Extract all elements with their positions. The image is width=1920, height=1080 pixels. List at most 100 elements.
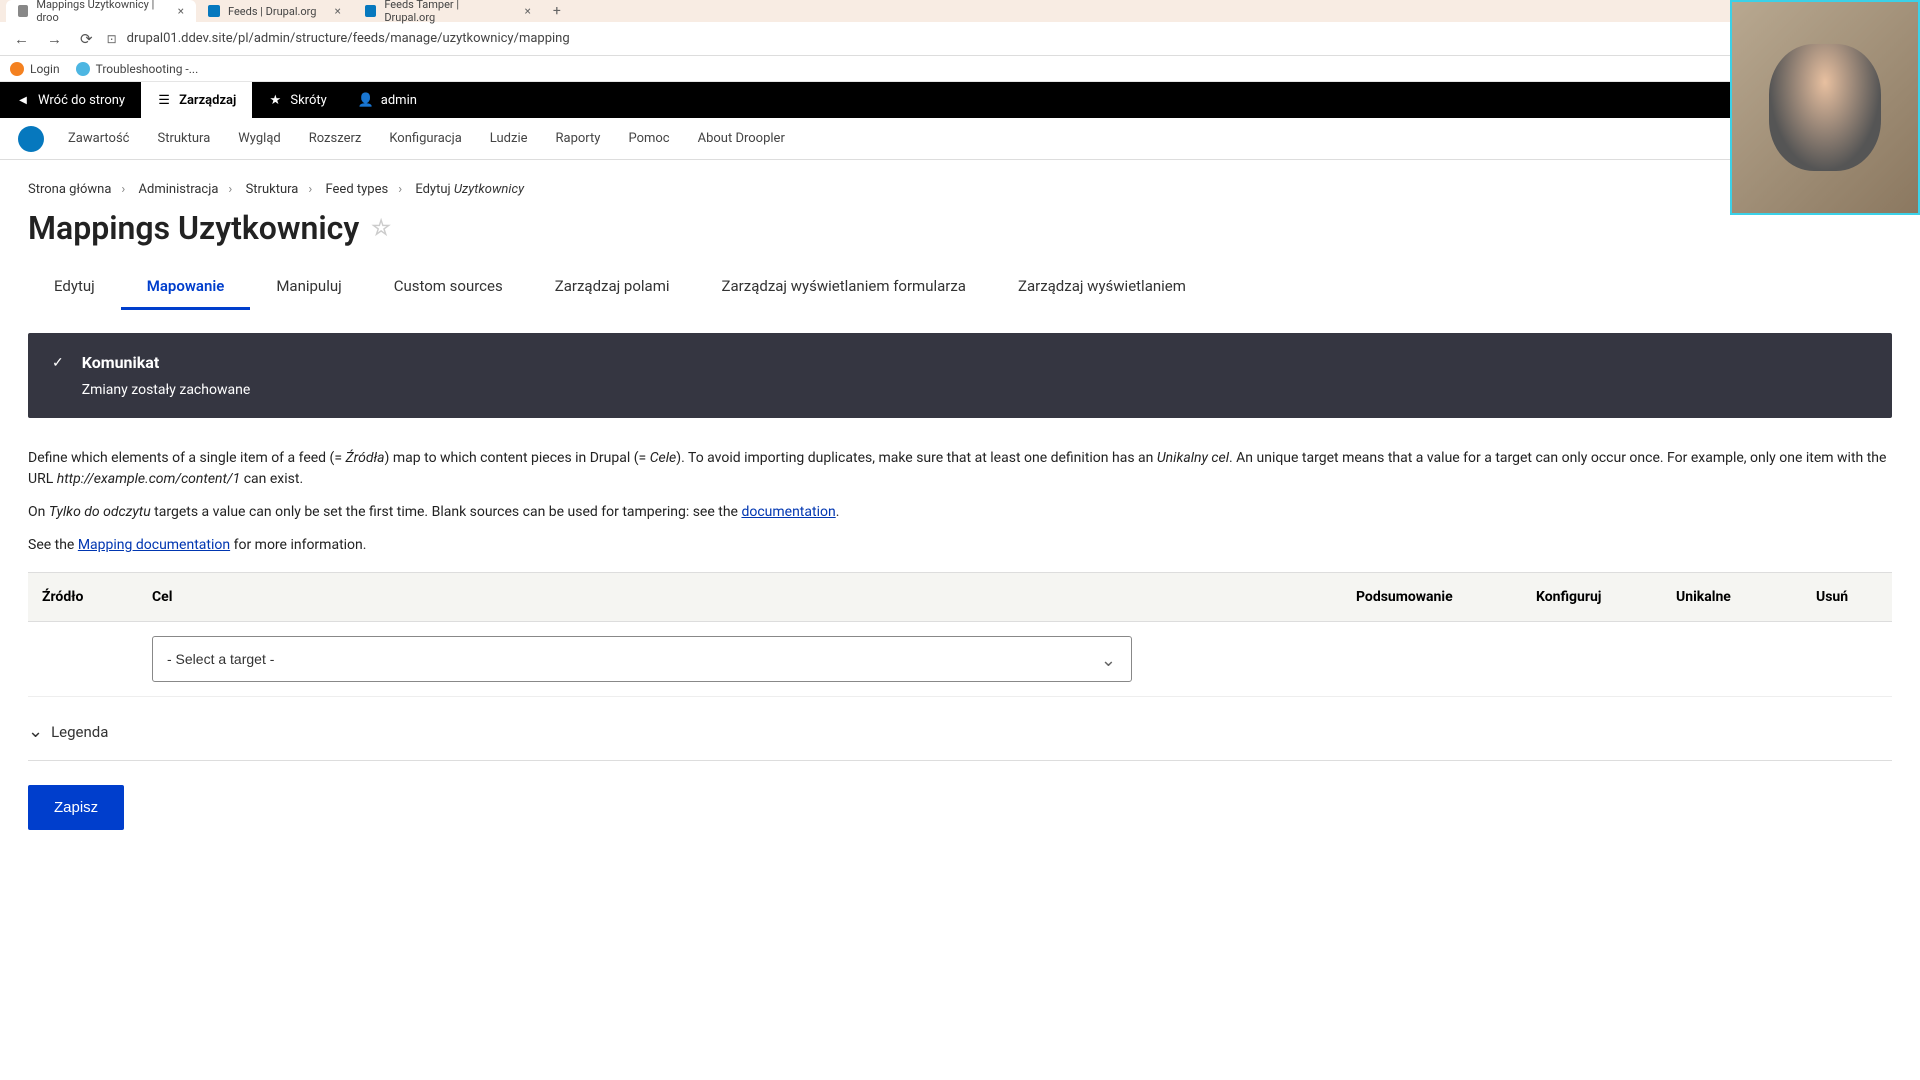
col-configure: Konfiguruj (1522, 573, 1662, 622)
browser-tab[interactable]: Feeds | Drupal.org × (196, 0, 353, 22)
page-title-text: Mappings Uzytkownicy (28, 209, 359, 247)
browser-tab-active[interactable]: Mappings Uzytkownicy | droo × (6, 0, 196, 22)
col-summary: Podsumowanie (1342, 573, 1522, 622)
hamburger-icon (157, 93, 171, 107)
breadcrumb-link[interactable]: Struktura (246, 182, 299, 197)
chevron-right-icon: › (121, 182, 125, 197)
breadcrumb-link[interactable]: Administracja (139, 182, 219, 197)
toolbar-label: Wróć do strony (38, 93, 125, 108)
tab-manipulate[interactable]: Manipuluj (250, 265, 367, 310)
bookmark-icon (76, 62, 90, 76)
favicon (18, 5, 28, 17)
breadcrumb-link[interactable]: Strona główna (28, 182, 111, 197)
nav-label: Raporty (556, 131, 601, 146)
reload-button[interactable]: ⟳ (76, 26, 97, 52)
close-icon[interactable]: × (524, 4, 530, 18)
nav-label: About Droopler (698, 131, 785, 146)
nav-label: Rozszerz (309, 131, 362, 146)
help-paragraph: Define which elements of a single item o… (28, 448, 1892, 490)
nav-label: Pomoc (628, 131, 669, 146)
legend-toggle[interactable]: Legenda (28, 721, 1892, 742)
target-select-wrap: - Select a target - (152, 636, 1132, 682)
nav-label: Zawartość (68, 131, 129, 146)
nav-structure[interactable]: Struktura (143, 118, 224, 160)
message-title: Komunikat (82, 353, 251, 372)
save-button[interactable]: Zapisz (28, 785, 124, 830)
tab-title: Mappings Uzytkownicy | droo (36, 0, 159, 24)
webcam-overlay (1730, 0, 1920, 215)
tab-custom-sources[interactable]: Custom sources (368, 265, 529, 310)
address-bar: ← → ⟳ ⊡ drupal01.ddev.site/pl/admin/stru… (0, 22, 1920, 56)
forward-button[interactable]: → (43, 26, 66, 52)
star-outline-icon[interactable]: ☆ (371, 216, 391, 241)
nav-appearance[interactable]: Wygląd (224, 118, 294, 160)
browser-tab[interactable]: Feeds Tamper | Drupal.org × (353, 0, 543, 22)
chevron-right-icon: › (398, 182, 402, 197)
table-row: - Select a target - (28, 622, 1892, 697)
toolbar-shortcuts[interactable]: Skróty (252, 82, 342, 118)
nav-label: Ludzie (490, 131, 528, 146)
tab-title: Feeds | Drupal.org (228, 5, 316, 18)
nav-extend[interactable]: Rozszerz (295, 118, 376, 160)
documentation-link[interactable]: documentation (741, 504, 835, 520)
page-title: Mappings Uzytkownicy ☆ (28, 209, 1892, 247)
help-paragraph: On Tylko do odczytu targets a value can … (28, 502, 1892, 523)
legend-row: Legenda (28, 703, 1892, 761)
nav-help[interactable]: Pomoc (614, 118, 683, 160)
toolbar-label: Zarządzaj (179, 93, 236, 108)
col-delete: Usuń (1802, 573, 1892, 622)
mapping-table: Źródło Cel Podsumowanie Konfiguruj Unika… (28, 572, 1892, 697)
col-unique: Unikalne (1662, 573, 1802, 622)
toolbar-label: admin (381, 93, 417, 108)
bookmark-label: Troubleshooting -... (96, 62, 199, 76)
nav-content[interactable]: Zawartość (54, 118, 143, 160)
favicon (208, 5, 220, 17)
close-icon[interactable]: × (178, 4, 184, 18)
toolbar-manage[interactable]: Zarządzaj (141, 82, 252, 118)
tab-manage-display[interactable]: Zarządzaj wyświetlaniem (992, 265, 1212, 310)
toolbar-back-to-site[interactable]: Wróć do strony (0, 82, 141, 118)
back-button[interactable]: ← (10, 26, 33, 52)
close-icon[interactable]: × (334, 4, 340, 18)
chevron-right-icon: › (228, 182, 232, 197)
new-tab-button[interactable]: + (543, 3, 571, 19)
bookmark-label: Login (30, 62, 60, 76)
breadcrumb-current: Edytuj Uzytkownicy (415, 182, 524, 197)
nav-reports[interactable]: Raporty (542, 118, 615, 160)
tab-edit[interactable]: Edytuj (28, 265, 121, 310)
breadcrumb-link[interactable]: Feed types (325, 182, 388, 197)
message-text: Zmiany zostały zachowane (82, 382, 251, 398)
legend-label: Legenda (51, 723, 108, 741)
bookmark-icon (10, 62, 24, 76)
browser-chrome: Mappings Uzytkownicy | droo × Feeds | Dr… (0, 0, 1920, 82)
mapping-documentation-link[interactable]: Mapping documentation (78, 537, 230, 553)
chevron-down-icon (28, 721, 43, 742)
breadcrumb: Strona główna › Administracja › Struktura ›… (28, 182, 1892, 197)
bookmark-item[interactable]: Login (10, 62, 60, 76)
favicon (365, 5, 376, 17)
tab-manage-form-display[interactable]: Zarządzaj wyświetlaniem formularza (696, 265, 992, 310)
url-field[interactable]: drupal01.ddev.site/pl/admin/structure/fe… (127, 31, 1910, 46)
admin-nav: Zawartość Struktura Wygląd Rozszerz Konf… (0, 118, 1920, 160)
site-info-icon[interactable]: ⊡ (107, 32, 117, 46)
status-message: ✓ Komunikat Zmiany zostały zachowane (28, 333, 1892, 418)
help-paragraph: See the Mapping documentation for more i… (28, 535, 1892, 556)
tab-mapping[interactable]: Mapowanie (121, 265, 251, 310)
user-icon (359, 93, 373, 107)
check-icon: ✓ (52, 355, 64, 371)
nav-label: Wygląd (238, 131, 280, 146)
nav-configuration[interactable]: Konfiguracja (375, 118, 475, 160)
nav-people[interactable]: Ludzie (476, 118, 542, 160)
bookmark-item[interactable]: Troubleshooting -... (76, 62, 199, 76)
target-select[interactable]: - Select a target - (152, 636, 1132, 682)
nav-label: Konfiguracja (389, 131, 461, 146)
main-content: Strona główna › Administracja › Struktura ›… (0, 160, 1920, 846)
toolbar-user[interactable]: admin (343, 82, 433, 118)
tab-manage-fields[interactable]: Zarządzaj polami (529, 265, 696, 310)
nav-about-droopler[interactable]: About Droopler (684, 118, 799, 160)
bookmarks-bar: Login Troubleshooting -... (0, 56, 1920, 82)
drupal-logo-icon[interactable] (18, 126, 44, 152)
back-arrow-icon (16, 93, 30, 107)
tab-title: Feeds Tamper | Drupal.org (384, 0, 506, 24)
drupal-toolbar: Wróć do strony Zarządzaj Skróty admin (0, 82, 1920, 118)
